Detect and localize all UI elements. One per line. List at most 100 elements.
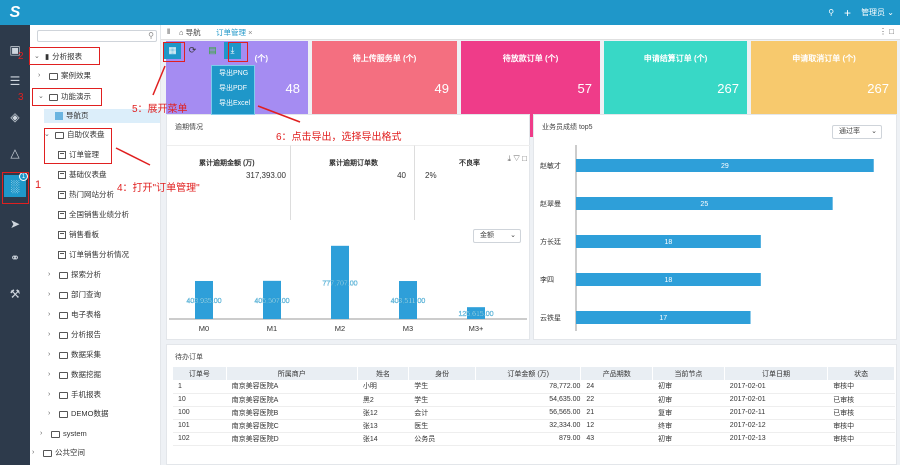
tree-item-order-sales[interactable]: 订单销售分析情况	[58, 248, 129, 262]
column-header[interactable]: 订单日期	[724, 367, 829, 380]
bar-data-label: 777,707.00	[322, 280, 357, 287]
tree-item-order-management[interactable]: 订单管理	[58, 148, 99, 162]
table-cell: 南京美容医院D	[226, 432, 358, 446]
table-row[interactable]: 101 南京美容医院C 张13 医生 32,334.00 12 终审 2017-02-12 审核…	[173, 419, 895, 433]
export-pdf-item[interactable]: 导出PDF	[212, 81, 254, 96]
send-icon[interactable]: ➤	[4, 213, 26, 235]
tab-toggle-icon[interactable]: ‖	[167, 27, 170, 36]
tree-item-site-analysis[interactable]: 热门网站分析	[58, 188, 114, 202]
table-row[interactable]: 102 南京美容医院D 张14 公务员 879.00 43 初审 2017-02-13 审核中	[173, 432, 895, 446]
folder-icon	[59, 410, 68, 418]
card-title: 逾期情况	[175, 124, 203, 131]
x-tick-label: M1	[267, 324, 277, 333]
headset-icon[interactable]: ⚭	[4, 247, 26, 269]
table-cell: 初审	[652, 380, 725, 394]
table-row[interactable]: 100 南京美容医院B 张12 会计 56,565.00 21 复审 2017-02-11 已审…	[173, 406, 895, 420]
table-cell: 2017-02-01	[724, 380, 829, 394]
search-icon[interactable]: ⚲	[828, 8, 834, 17]
report-icon	[58, 251, 66, 259]
tree-search-input[interactable]: ⚲	[37, 30, 157, 42]
table-cell: 公务员	[408, 432, 477, 446]
overdue-amount-value: 317,393.00	[245, 171, 286, 180]
folder-icon	[49, 93, 58, 101]
tree-item-sales-board[interactable]: 销售看板	[58, 228, 99, 242]
folder-icon	[59, 331, 68, 339]
table-cell: 78,772.00	[475, 380, 582, 394]
overdue-card: 逾期情况 累计逾期金额 (万) 317,393.00 累计逾期订单数 40 不良…	[166, 114, 531, 340]
annotation-label-1: 1	[35, 179, 42, 191]
table-cell: 已审核	[827, 406, 895, 420]
salesperson-card: 业务员成绩 top5 通过率 ⌄ 29 赵敏才 25 赵翠曼 18 方长廷 18 李四 17 云铁…	[533, 114, 897, 340]
bad-rate-cell: 不良率 ⤓ ▽ □ 2%	[415, 145, 531, 220]
table-cell: 22	[580, 393, 654, 407]
y-tick-label: 赵敏才	[540, 161, 561, 170]
table-cell: 54,635.00	[475, 393, 582, 407]
table-row[interactable]: 1 南京美容医院A 小明 学生 78,772.00 24 初审 2017-02-01 审核中	[173, 380, 895, 394]
column-header[interactable]: 所属商户	[226, 367, 358, 380]
tree-item-mobile-report[interactable]: › 手机报表	[48, 388, 101, 402]
bar-data-label: 405,507.00	[254, 298, 289, 305]
refresh-icon[interactable]: ⟳	[184, 42, 201, 59]
bar-data-label: 403,511.00	[391, 298, 426, 305]
column-header[interactable]: 状态	[827, 367, 895, 380]
column-header[interactable]: 订单金额 (万)	[475, 367, 582, 380]
tree-item-analysis-report[interactable]: ⌄ ▮ 分析报表	[34, 50, 82, 64]
table-cell: 初审	[652, 393, 725, 407]
table-row[interactable]: 10 南京美容医院A 黑2 学生 54,635.00 22 初审 2017-02-01 已审核	[173, 393, 895, 407]
close-icon[interactable]: ×	[248, 28, 252, 37]
export-png-item[interactable]: 导出PNG	[212, 66, 254, 81]
bar-data-label: 18	[665, 277, 673, 284]
export-excel-item[interactable]: 导出Excel	[212, 96, 254, 111]
orders-card: 待办订单 订单号 所属商户 姓名 身份 订单金额 (万) 产品期数 当前节点 订单日期 状态 1…	[166, 344, 897, 465]
salesperson-bar-chart: 29 赵敏才 25 赵翠曼 18 方长廷 18 李四 17 云铁星	[540, 145, 874, 331]
save-icon[interactable]: ▤	[204, 42, 221, 59]
folder-icon	[43, 449, 52, 457]
column-header[interactable]: 身份	[408, 367, 477, 380]
column-header[interactable]: 产品期数	[580, 367, 654, 380]
folder-icon	[59, 371, 68, 379]
tree-item-basic-dashboard[interactable]: 基础仪表盘	[58, 168, 107, 182]
tree-item-data-mining[interactable]: › 数据挖掘	[48, 368, 101, 382]
tree-item-system[interactable]: › system	[40, 427, 87, 441]
tree-item-analysis-doc[interactable]: › 分析报告	[48, 328, 101, 342]
column-header[interactable]: 姓名	[357, 367, 410, 380]
top-bar: S ⚲ + 管理员 ⌄	[0, 0, 900, 25]
tree-item-demo-data[interactable]: › DEMO数据	[48, 407, 109, 421]
cube-icon[interactable]: ◈	[4, 106, 26, 128]
folder-icon	[51, 430, 60, 438]
tab-nav[interactable]: ⌂ 导航	[179, 27, 201, 38]
bar-data-label: 25	[700, 201, 708, 208]
card-tools-icon[interactable]: ⤓ ▽ □	[507, 154, 527, 164]
report-icon	[58, 171, 66, 179]
tools-icon[interactable]: ⚒	[4, 283, 26, 305]
table-cell: 复审	[652, 406, 725, 420]
database-icon[interactable]: ☰	[4, 70, 26, 92]
export-menu: 导出PNG 导出PDF 导出Excel	[211, 65, 255, 115]
tree-item-self-dashboard[interactable]: ⌄ 自助仪表盘	[44, 128, 105, 142]
plus-icon[interactable]: +	[844, 6, 851, 20]
report-chart-icon[interactable]: ░ 1	[4, 172, 28, 197]
overdue-amount-label: 累计逾期金额 (万)	[199, 160, 255, 167]
table-cell: 学生	[408, 380, 477, 394]
tree-item-demo[interactable]: ⌄ 功能演示	[38, 90, 91, 104]
user-menu[interactable]: 管理员 ⌄	[861, 7, 894, 18]
tree-item-cases[interactable]: › 案例效果	[38, 69, 91, 83]
flask-icon[interactable]: △	[4, 142, 26, 164]
tree-item-public-space[interactable]: › 公共空间	[32, 446, 85, 460]
more-icon[interactable]: ⋮ □	[879, 27, 894, 36]
layout-button[interactable]: ▦	[164, 42, 181, 59]
column-header[interactable]: 当前节点	[652, 367, 725, 380]
tree-item-dept-query[interactable]: › 部门查询	[48, 288, 101, 302]
export-button[interactable]: ⤓	[224, 42, 241, 59]
tree-item-spreadsheet[interactable]: › 电子表格	[48, 308, 101, 322]
rate-select[interactable]: 通过率 ⌄	[832, 125, 882, 139]
tree-item-explore[interactable]: › 探索分析	[48, 268, 101, 282]
column-header[interactable]: 订单号	[173, 367, 227, 380]
tab-order-management[interactable]: 订单管理 ×	[216, 27, 252, 38]
tree-item-national-sales[interactable]: 全国销售业绩分析	[58, 208, 129, 222]
tree-item-data-collect[interactable]: › 数据采集	[48, 348, 101, 362]
kpi-title: 申请取消订单 (个)	[792, 54, 856, 63]
table-header-row: 订单号 所属商户 姓名 身份 订单金额 (万) 产品期数 当前节点 订单日期 状态	[173, 367, 895, 380]
overdue-bar-chart: 403,935.00 M0 405,507.00 M1 777,707.00 M2 403,…	[169, 245, 527, 333]
report-icon	[58, 151, 66, 159]
